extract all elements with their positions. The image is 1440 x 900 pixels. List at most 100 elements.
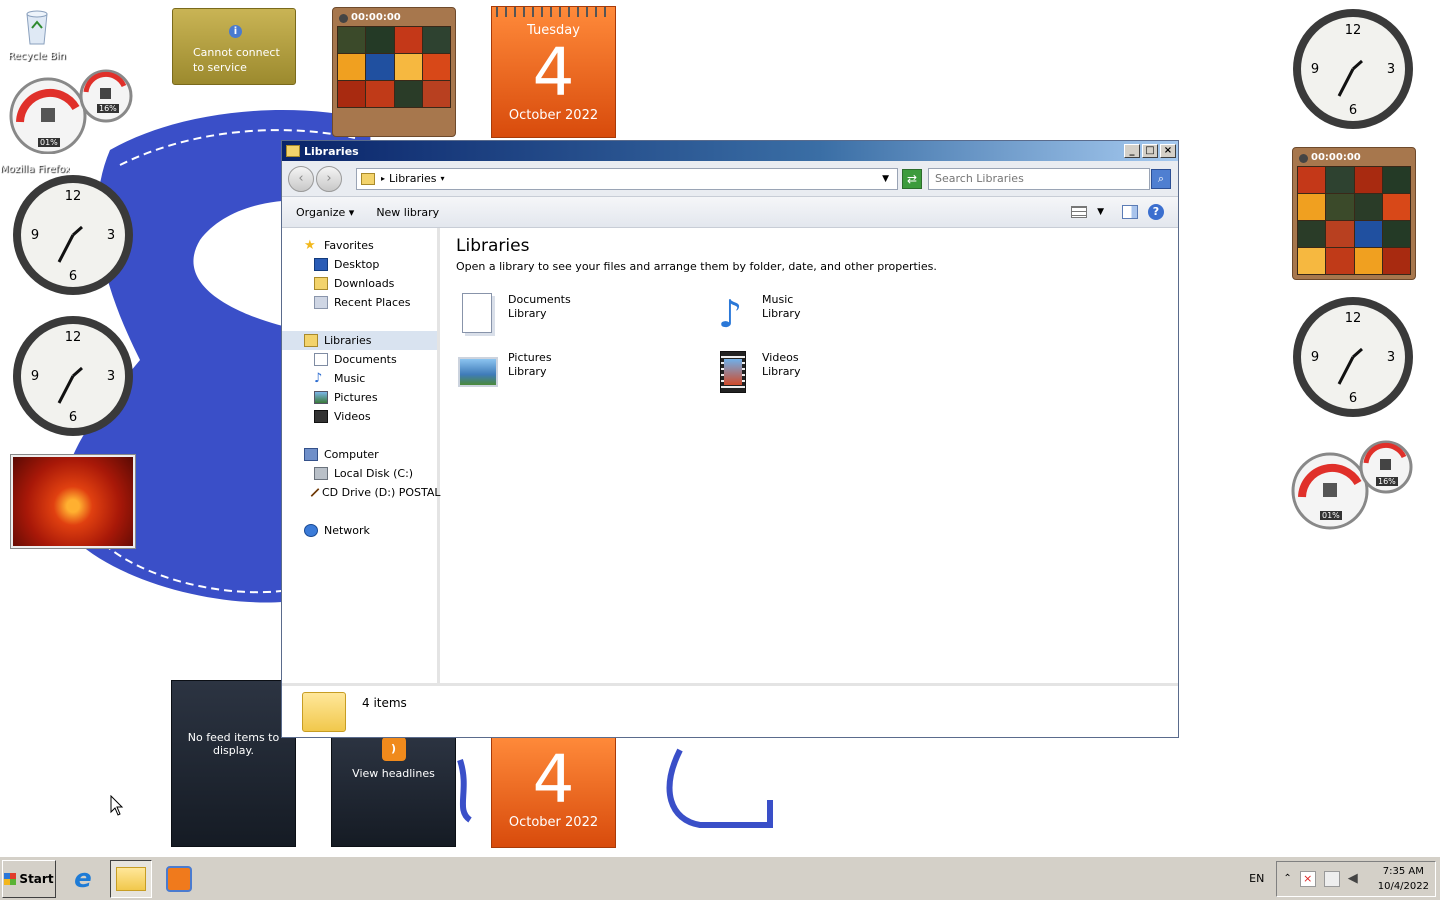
windows-explorer-icon <box>116 866 146 891</box>
library-type: Library <box>508 307 547 320</box>
library-item-music[interactable]: ♪ Music Library <box>710 293 964 335</box>
address-history-dropdown[interactable]: ▼ <box>882 174 889 184</box>
nav-pictures-label: Pictures <box>334 391 378 404</box>
svg-text:12: 12 <box>1345 23 1362 38</box>
minimize-button[interactable]: _ <box>1124 144 1140 158</box>
taskbar-clock[interactable]: 7:35 AM 10/4/2022 <box>1378 864 1429 894</box>
nav-network[interactable]: Network <box>282 521 437 540</box>
music-library-icon: ♪ <box>718 292 743 336</box>
clock-time: 7:35 AM <box>1382 865 1424 877</box>
library-name: Documents <box>508 293 571 306</box>
recent-places-icon <box>314 296 328 309</box>
memory-percent-right: 16% <box>1376 477 1398 486</box>
nav-computer[interactable]: Computer <box>282 445 437 464</box>
library-item-videos[interactable]: Videos Library <box>710 351 964 393</box>
nav-documents[interactable]: Documents <box>282 350 437 369</box>
clock-face-icon: 12 3 6 9 <box>13 175 133 295</box>
calendar-month-year: October 2022 <box>508 108 599 123</box>
feed-headlines-gadget[interactable]: No feed items to display. <box>171 680 296 847</box>
nav-downloads[interactable]: Downloads <box>282 274 437 293</box>
recycle-bin-desktop-icon[interactable]: Recycle Bin <box>2 6 72 62</box>
svg-text:6: 6 <box>1349 103 1357 118</box>
analog-clock-gadget-3[interactable]: 12 3 6 9 <box>1290 6 1416 132</box>
taskbar: Start e EN ⌃ × ◀ 7:35 AM 10/4/2022 <box>0 856 1440 900</box>
document-icon <box>314 353 328 366</box>
nav-local-disk-label: Local Disk (C:) <box>334 467 414 480</box>
nav-pictures[interactable]: Pictures <box>282 388 437 407</box>
start-button[interactable]: Start <box>2 859 56 898</box>
search-input[interactable] <box>928 167 1150 190</box>
nav-favorites[interactable]: ★ Favorites <box>282 236 437 255</box>
nav-cd-drive[interactable]: CD Drive (D:) POSTAL <box>282 483 441 502</box>
taskbar-internet-explorer[interactable]: e <box>62 860 104 898</box>
taskbar-windows-explorer[interactable] <box>110 859 152 898</box>
library-item-documents[interactable]: Documents Library <box>456 293 710 335</box>
chevron-down-icon[interactable]: ▾ <box>441 174 445 183</box>
close-button[interactable]: × <box>1160 144 1176 158</box>
folder-icon <box>286 145 300 157</box>
recycle-bin-label: Recycle Bin <box>8 51 66 62</box>
svg-text:12: 12 <box>65 330 82 345</box>
svg-text:9: 9 <box>31 228 39 243</box>
cd-drive-icon <box>310 488 320 497</box>
analog-clock-gadget-2[interactable]: 12 3 6 9 <box>10 313 136 439</box>
media-player-icon <box>166 865 192 892</box>
cpu-meter-gadget-right[interactable]: 01% 16% <box>1290 435 1420 531</box>
view-headlines-gadget[interactable]: ) View headlines <box>331 734 456 847</box>
nav-music-label: Music <box>334 372 366 385</box>
svg-text:3: 3 <box>1387 62 1395 77</box>
action-center-icon[interactable]: × <box>1299 870 1316 887</box>
nav-libraries[interactable]: Libraries <box>282 331 437 350</box>
nav-desktop-label: Desktop <box>334 258 380 271</box>
window-title-bar[interactable]: Libraries _ □ × <box>282 141 1178 161</box>
taskbar-media-player[interactable] <box>158 860 200 898</box>
nav-music[interactable]: ♪ Music <box>282 369 437 388</box>
network-status-icon[interactable] <box>1323 870 1340 887</box>
back-button[interactable]: ‹ <box>288 165 314 192</box>
weather-gadget[interactable]: i Cannot connect to service <box>172 8 296 85</box>
nav-videos[interactable]: Videos <box>282 407 437 426</box>
help-icon[interactable]: ? <box>1148 204 1164 220</box>
show-hidden-icons-button[interactable]: ⌃ <box>1283 873 1291 884</box>
network-icon <box>304 524 318 537</box>
nav-recent-places-label: Recent Places <box>334 296 411 309</box>
nav-recent-places[interactable]: Recent Places <box>282 293 437 312</box>
calendar-day-bottom: 4 <box>532 741 575 818</box>
nav-libraries-label: Libraries <box>324 334 372 347</box>
library-item-pictures[interactable]: Pictures Library <box>456 351 710 393</box>
cpu-meter-gadget-left[interactable]: 01% 16% <box>8 62 138 155</box>
picture-puzzle-gadget-right[interactable]: 00:00:00 <box>1292 147 1416 280</box>
organize-button[interactable]: Organize ▾ <box>296 206 354 219</box>
new-library-button[interactable]: New library <box>376 206 439 219</box>
picture-puzzle-gadget[interactable]: 00:00:00 <box>332 7 456 137</box>
navigation-pane: ★ Favorites Desktop Downloads Recent Plac… <box>282 228 441 683</box>
maximize-button[interactable]: □ <box>1142 144 1158 158</box>
cpu-percent: 01% <box>38 138 60 147</box>
forward-button[interactable]: › <box>316 165 342 192</box>
command-bar: Organize ▾ New library ▼ ? <box>282 197 1178 228</box>
nav-desktop[interactable]: Desktop <box>282 255 437 274</box>
analog-clock-gadget-1[interactable]: 12 3 6 9 <box>10 172 136 298</box>
view-options-dropdown-icon[interactable]: ▼ <box>1097 207 1104 217</box>
library-type: Library <box>762 365 801 378</box>
language-indicator[interactable]: EN <box>1249 872 1264 885</box>
view-headlines-label[interactable]: View headlines <box>332 767 455 780</box>
calendar-gadget-bottom[interactable]: 4 October 2022 <box>491 736 616 848</box>
pictures-library-icon <box>456 351 504 393</box>
downloads-icon <box>314 277 328 290</box>
desktop-icon <box>314 258 328 271</box>
svg-text:6: 6 <box>1349 391 1357 406</box>
analog-clock-gadget-4[interactable]: 12 3 6 9 <box>1290 294 1416 420</box>
search-icon[interactable]: ⌕ <box>1151 168 1171 189</box>
breadcrumb-libraries[interactable]: Libraries <box>389 172 437 185</box>
volume-muted-icon[interactable]: ◀ <box>1348 871 1364 887</box>
slideshow-photo-gadget[interactable] <box>10 454 136 549</box>
nav-local-disk[interactable]: Local Disk (C:) <box>282 464 437 483</box>
address-bar[interactable]: ▸ Libraries ▾ ▼ <box>356 167 898 190</box>
preview-pane-icon[interactable] <box>1122 205 1138 219</box>
refresh-button[interactable]: ⇄ <box>902 168 922 189</box>
hard-drive-icon <box>314 467 328 480</box>
chevron-right-icon[interactable]: ▸ <box>381 174 385 183</box>
change-view-icon[interactable] <box>1071 206 1088 218</box>
calendar-gadget[interactable]: Tuesday 4 October 2022 <box>491 6 616 138</box>
